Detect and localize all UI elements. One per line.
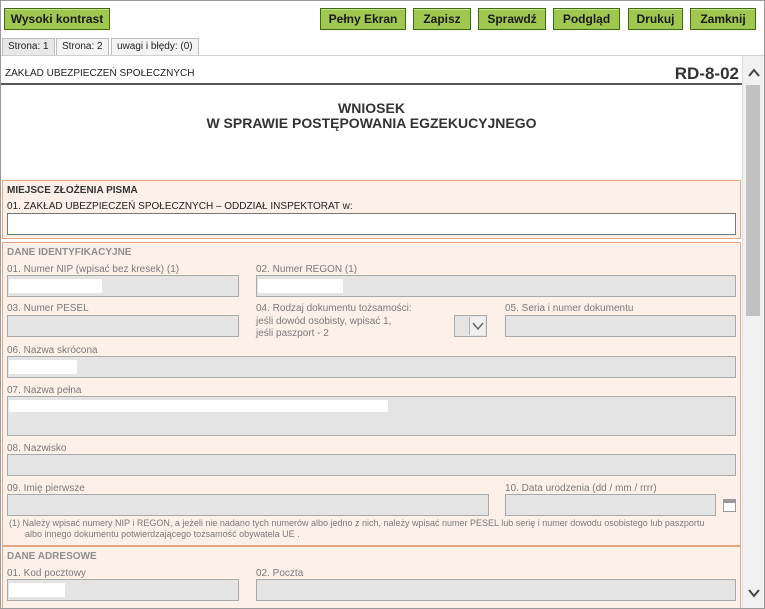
doc-type-hint-id: jeśli dowód osobisty, wpisać 1, bbox=[256, 316, 392, 327]
section-place-of-submission: MIEJSCE ZŁOŻENIA PISMA 01. ZAKŁAD UBEZPI… bbox=[2, 180, 741, 239]
surname-label: 08. Nazwisko bbox=[7, 443, 67, 454]
check-button[interactable]: Sprawdź bbox=[478, 8, 546, 30]
form-code: RD-8-02 bbox=[674, 64, 739, 83]
pesel-input[interactable] bbox=[7, 315, 239, 337]
doc-series-input[interactable] bbox=[505, 315, 736, 337]
section-title: DANE ADRESOWE bbox=[7, 551, 97, 562]
institution-name: ZAKŁAD UBEZPIECZEŃ SPOŁECZNYCH bbox=[5, 68, 195, 79]
high-contrast-button[interactable]: Wysoki kontrast bbox=[4, 8, 110, 30]
zus-branch-input[interactable] bbox=[7, 213, 736, 235]
footnote-line-1: (1) Należy wpisać numery NIP i REGON, a … bbox=[9, 518, 705, 528]
zus-branch-label: 01. ZAKŁAD UBEZPIECZEŃ SPOŁECZNYCH – ODD… bbox=[7, 201, 353, 212]
scroll-up-icon[interactable] bbox=[746, 66, 762, 80]
section-title: MIEJSCE ZŁOŻENIA PISMA bbox=[7, 185, 138, 196]
surname-input[interactable] bbox=[7, 454, 736, 476]
post-office-label: 02. Poczta bbox=[256, 568, 304, 579]
form-window: Wysoki kontrast Pełny Ekran Zapisz Spraw… bbox=[0, 0, 765, 609]
birth-date-label: 10. Data urodzenia (dd / mm / rrrr) bbox=[505, 483, 657, 494]
regon-input[interactable] bbox=[256, 275, 736, 297]
section-address: DANE ADRESOWE 01. Kod pocztowy 02. Poczt… bbox=[2, 546, 741, 608]
doc-type-hint-passport: jeśli paszport - 2 bbox=[256, 328, 329, 339]
form-title: WNIOSEK bbox=[338, 100, 405, 116]
page-tabs: Strona: 1 Strona: 2 uwagi i błędy: (0) bbox=[1, 38, 764, 56]
print-button[interactable]: Drukuj bbox=[628, 8, 683, 30]
nip-input[interactable] bbox=[7, 275, 239, 297]
close-button[interactable]: Zamknij bbox=[690, 8, 756, 30]
form-document: ZAKŁAD UBEZPIECZEŃ SPOŁECZNYCH RD-8-02 W… bbox=[1, 56, 742, 608]
short-name-input[interactable] bbox=[7, 356, 736, 378]
full-name-label: 07. Nazwa pełna bbox=[7, 385, 82, 396]
section-identification: DANE IDENTYFIKACYJNE 01. Numer NIP (wpis… bbox=[2, 242, 741, 546]
regon-label: 02. Numer REGON (1) bbox=[256, 264, 358, 275]
fullscreen-button[interactable]: Pełny Ekran bbox=[320, 8, 406, 30]
doc-type-label: 04. Rodzaj dokumentu tożsamości: bbox=[256, 303, 412, 314]
chevron-down-icon bbox=[469, 317, 485, 335]
tab-page-2[interactable]: Strona: 2 bbox=[56, 38, 109, 56]
postcode-input[interactable] bbox=[7, 579, 239, 601]
short-name-label: 06. Nazwa skrócona bbox=[7, 345, 98, 356]
first-name-input[interactable] bbox=[7, 494, 489, 516]
scroll-down-icon[interactable] bbox=[746, 586, 762, 600]
pesel-label: 03. Numer PESEL bbox=[7, 303, 89, 314]
calendar-icon[interactable] bbox=[723, 499, 736, 512]
postcode-label: 01. Kod pocztowy bbox=[7, 568, 86, 579]
save-button[interactable]: Zapisz bbox=[413, 8, 471, 30]
post-office-input[interactable] bbox=[256, 579, 736, 601]
tab-page-1[interactable]: Strona: 1 bbox=[2, 38, 55, 56]
header-divider bbox=[1, 83, 742, 85]
section-title: DANE IDENTYFIKACYJNE bbox=[7, 247, 132, 258]
full-name-input[interactable] bbox=[7, 396, 736, 436]
scrollbar-thumb[interactable] bbox=[746, 85, 760, 316]
birth-date-input[interactable] bbox=[505, 494, 716, 516]
tab-remarks-errors[interactable]: uwagi i błędy: (0) bbox=[111, 38, 199, 56]
nip-label: 01. Numer NIP (wpisać bez kresek) (1) bbox=[7, 264, 180, 275]
doc-type-select[interactable] bbox=[454, 315, 487, 337]
toolbar: Wysoki kontrast Pełny Ekran Zapisz Spraw… bbox=[1, 1, 764, 37]
footnote-line-2: albo innego dokumentu potwierdzającego t… bbox=[25, 529, 300, 539]
form-subtitle: W SPRAWIE POSTĘPOWANIA EGZEKUCYJNEGO bbox=[206, 115, 537, 131]
first-name-label: 09. Imię pierwsze bbox=[7, 483, 85, 494]
preview-button[interactable]: Podgląd bbox=[553, 8, 620, 30]
vertical-scrollbar[interactable] bbox=[742, 56, 764, 608]
doc-series-label: 05. Seria i numer dokumentu bbox=[505, 303, 634, 314]
